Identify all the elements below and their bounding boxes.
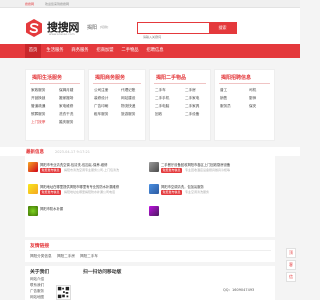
friend-link[interactable]: 揭阳二手房 — [57, 254, 75, 259]
qr-code-icon — [56, 285, 71, 300]
back-to-top-icon[interactable]: 顶 — [286, 248, 296, 258]
top-bar-welcome: 欢迎您来到搜搜网 — [45, 2, 70, 6]
category-title[interactable]: 揭阳商务服务 — [95, 74, 125, 81]
top-bar-site[interactable]: 搜搜网 — [25, 0, 34, 8]
header: 搜搜网 www.sososo.com 揭阳 [切换] 搜索 — [0, 8, 300, 44]
category-link[interactable]: 厨师 — [249, 96, 256, 101]
category-link[interactable]: 租车服务 — [94, 112, 108, 117]
friend-link[interactable]: 揭阳二手车 — [80, 254, 98, 259]
post-thumbnail[interactable] — [149, 206, 159, 216]
post-tag: 免费发布信息 — [40, 190, 62, 195]
about-title: 关于我们 — [30, 270, 50, 275]
footer-link[interactable]: 网站地图 — [30, 295, 44, 300]
qr-title: 扫一扫访问移动版 — [83, 270, 122, 275]
nav-item-business[interactable]: 商务服务 — [68, 44, 92, 58]
category-jobs: 揭阳招聘信息 普工 司机 销售 厨师 服务员 保安 — [214, 69, 275, 141]
latest-info-list: 揭阳市专业清洗空调-包清洗-包加氟-保养-维修 免费发布信息 揭阳市清洗空调专业… — [25, 156, 275, 237]
main-nav: 首页 生活服务 商务服务 招商加盟 二手物品 招聘信息 — [0, 44, 300, 58]
friend-links-title: 友情链接 — [30, 244, 50, 249]
footer-link[interactable]: 网站介绍 — [30, 277, 44, 282]
post-snippet: 揭阳市清洗空调专业服务公司,上门包清洗 — [64, 168, 119, 172]
post-thumbnail[interactable] — [28, 206, 38, 216]
category-link[interactable]: 洗衣干洗 — [59, 112, 73, 117]
post-tag: 免费发布信息 — [40, 168, 62, 173]
post-title[interactable]: 揭阳地址在哪里提供揭阳市哪里有专业的防水补漏维修 — [40, 184, 140, 189]
category-link[interactable]: 开锁换锁 — [31, 96, 45, 101]
nav-item-franchise[interactable]: 招商加盟 — [93, 44, 117, 58]
category-link[interactable]: 家电维修 — [59, 104, 73, 109]
friend-link[interactable]: 揭阳分类信息 — [30, 254, 52, 259]
latest-info-date: 2023-04-17 9:17:21 — [55, 150, 90, 154]
category-link[interactable]: 婚庆服务 — [59, 120, 73, 125]
category-link[interactable]: 物流快递 — [121, 104, 135, 109]
category-link[interactable]: 司机 — [249, 88, 256, 93]
category-link[interactable]: 装修设计 — [94, 96, 108, 101]
post-tag: 免费发布信息 — [161, 190, 183, 195]
category-link[interactable]: 上门按摩 — [31, 120, 45, 125]
category-link[interactable]: 公司注册 — [94, 88, 108, 93]
category-link[interactable]: 二手家具 — [185, 104, 199, 109]
category-link[interactable]: 普工 — [220, 88, 227, 93]
category-link[interactable]: 殡葬服务 — [31, 112, 45, 117]
post-tag: 免费发布信息 — [161, 168, 183, 173]
category-link[interactable]: 网站建设 — [121, 96, 135, 101]
category-link[interactable]: 二手房 — [185, 88, 196, 93]
category-link[interactable]: 家政服务 — [31, 88, 45, 93]
post-title[interactable]: 二手餐厅设备回收揭阳市各区上门回收厨房设备 — [161, 162, 271, 167]
category-link[interactable]: 二手设备 — [185, 112, 199, 117]
nav-item-life[interactable]: 生活服务 — [43, 44, 67, 58]
latest-info-title: 最新信息 — [26, 150, 44, 155]
category-link[interactable]: 二手手机 — [155, 96, 169, 101]
post-thumbnail[interactable] — [149, 162, 159, 172]
category-link[interactable]: 保姆月嫂 — [59, 88, 73, 93]
category-link[interactable]: 保安 — [249, 104, 256, 109]
category-link[interactable]: 服务员 — [220, 104, 231, 109]
category-link[interactable]: 二手家电 — [185, 96, 199, 101]
post-thumbnail[interactable] — [28, 184, 38, 194]
post-thumbnail[interactable] — [28, 162, 38, 172]
latest-info-header: 最新信息 2023-04-17 9:17:21 — [0, 147, 300, 156]
category-link[interactable]: 旅游服务 — [121, 112, 135, 117]
category-title[interactable]: 揭阳招聘信息 — [221, 74, 251, 81]
current-city: 揭阳 — [87, 25, 98, 31]
category-link[interactable]: 回收 — [155, 112, 162, 117]
post-thumbnail[interactable] — [149, 184, 159, 194]
logo-icon[interactable] — [24, 18, 44, 38]
city-switch-link[interactable]: [切换] — [100, 25, 108, 29]
search-button[interactable]: 搜索 — [209, 23, 236, 33]
category-link[interactable]: 管道疏通 — [31, 104, 45, 109]
category-life: 揭阳生活服务 家政服务 保姆月嫂 开锁换锁 搬家搬场 管道疏通 家电维修 殡葬服… — [25, 69, 85, 141]
category-link[interactable]: 代理记账 — [121, 88, 135, 93]
message-icon[interactable]: 信 — [286, 272, 296, 282]
category-link[interactable]: 销售 — [220, 96, 227, 101]
category-secondhand: 揭阳二手物品 二手车 二手房 二手手机 二手家电 二手电脑 二手家具 回收 二手… — [149, 69, 211, 141]
category-title[interactable]: 揭阳生活服务 — [32, 74, 62, 81]
qq-contact: QQ：1609047493 — [223, 288, 255, 292]
nav-item-home[interactable]: 首页 — [25, 44, 41, 58]
search-box: 搜索 — [137, 22, 237, 42]
post-title[interactable]: 揭阳市防水补漏 — [40, 206, 140, 211]
category-business: 揭阳商务服务 公司注册 代理记账 装修设计 网站建设 广告印刷 物流快递 租车服… — [88, 69, 146, 141]
post-snippet: 专业空调清洗服务 — [185, 190, 210, 194]
post-snippet: 揭阳地址在哪里揭阳防水补漏公司电话 — [64, 190, 116, 194]
post-title[interactable]: 揭阳市空调清洗，包加氟服务 — [161, 184, 271, 189]
category-link[interactable]: 二手车 — [155, 88, 166, 93]
category-link[interactable]: 搬家搬场 — [59, 96, 73, 101]
post-title[interactable]: 揭阳市专业清洗空调-包清洗-包加氟-保养-维修 — [40, 162, 140, 167]
top-bar: 搜搜网 欢迎您来到搜搜网 — [0, 0, 300, 8]
customer-service-icon[interactable]: 客 — [286, 260, 296, 270]
category-link[interactable]: 二手电脑 — [155, 104, 169, 109]
friend-links-section: 友情链接 揭阳分类信息 揭阳二手房 揭阳二手车 — [25, 240, 275, 262]
category-link[interactable]: 广告印刷 — [94, 104, 108, 109]
brand-domain: www.sososo.com — [49, 32, 75, 36]
category-title[interactable]: 揭阳二手物品 — [156, 74, 186, 81]
footer-link[interactable]: 联系我们 — [30, 283, 44, 288]
nav-item-secondhand[interactable]: 二手物品 — [118, 44, 142, 58]
search-input[interactable] — [138, 32, 210, 42]
post-snippet: 专业回收酒店设备厨具餐具冷柜等 — [185, 168, 231, 172]
nav-item-jobs[interactable]: 招聘信息 — [143, 44, 167, 58]
footer-link[interactable]: 广告服务 — [30, 289, 44, 294]
